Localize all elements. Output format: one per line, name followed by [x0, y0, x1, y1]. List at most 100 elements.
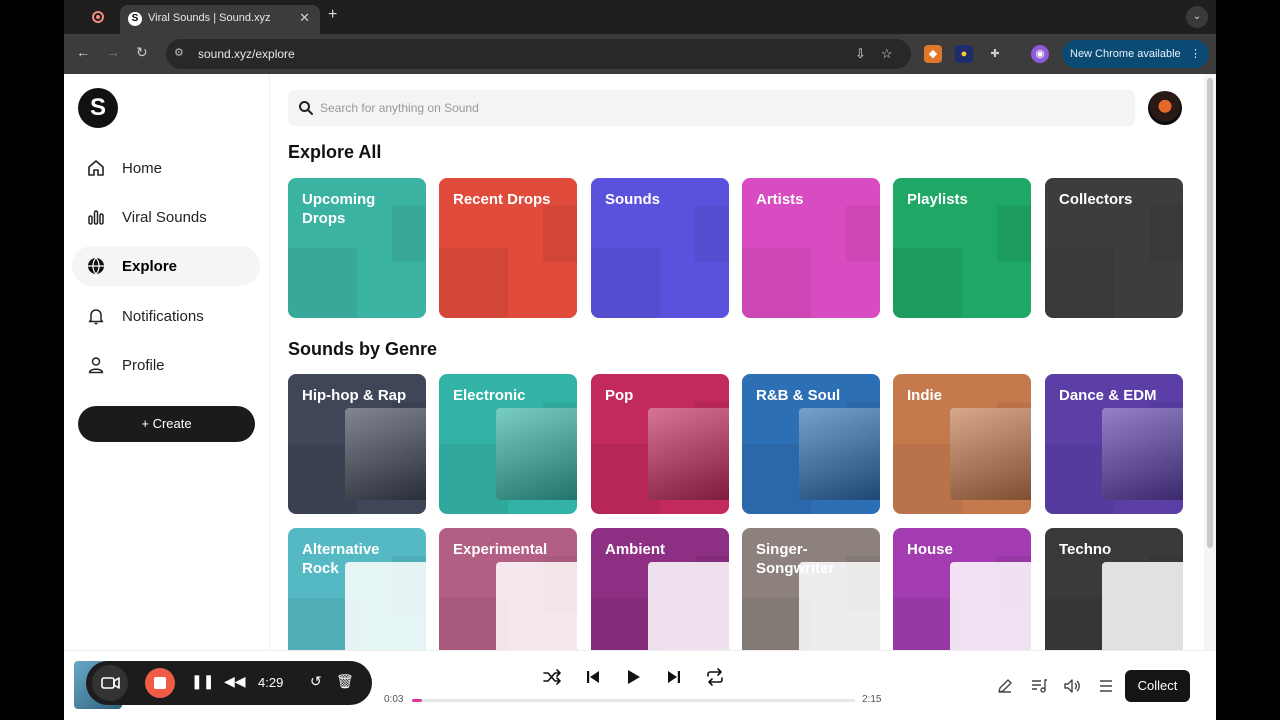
collect-button[interactable]: Collect	[1125, 670, 1190, 702]
queue-music-icon[interactable]	[1030, 677, 1048, 695]
forward-icon[interactable]: →	[106, 44, 120, 60]
screen-recorder-bar: ❚❚ ◀◀ 4:29 ↺ 🗑	[86, 661, 372, 705]
bar-chart-icon	[88, 210, 104, 225]
play-icon[interactable]	[623, 667, 643, 687]
browser-tab[interactable]: S Viral Sounds | Sound.xyz ✕	[120, 5, 320, 34]
camera-toggle-button[interactable]	[92, 665, 128, 701]
explore-tile-sounds[interactable]: Sounds	[591, 178, 729, 318]
site-info-icon[interactable]: ⚙	[174, 46, 188, 60]
new-tab-icon[interactable]: +	[328, 6, 337, 24]
sidebar-item-explore[interactable]: Explore	[72, 246, 260, 286]
genre-tile-ambient[interactable]: Ambient	[591, 528, 729, 650]
address-bar[interactable]: ⚙ sound.xyz/explore ⇩ ☆	[166, 39, 911, 69]
reload-icon[interactable]: ↻	[136, 44, 148, 61]
tile-pattern	[845, 206, 880, 262]
tab-close-icon[interactable]: ✕	[299, 10, 310, 26]
explore-tile-artists[interactable]: Artists	[742, 178, 880, 318]
metamask-extension-icon[interactable]: ◆	[924, 45, 942, 63]
create-button[interactable]: + Create	[78, 406, 255, 442]
genre-artwork	[950, 408, 1031, 500]
extension-icon[interactable]: ●	[955, 45, 973, 63]
update-label: New Chrome available	[1070, 48, 1181, 60]
tile-label: Playlists	[907, 191, 968, 208]
main-content: Search for anything on Sound Explore All…	[270, 74, 1202, 650]
tile-label: R&B & Soul	[756, 387, 841, 404]
genre-tile-singer-songwriter[interactable]: Singer-Songwriter	[742, 528, 880, 650]
user-avatar[interactable]	[1148, 91, 1182, 125]
total-duration: 2:15	[862, 694, 882, 705]
explore-tile-recent-drops[interactable]: Recent Drops	[439, 178, 577, 318]
tile-label: Alternative Rock	[302, 541, 380, 577]
sidebar-item-profile[interactable]: Profile	[72, 345, 260, 385]
tile-label: Techno	[1059, 541, 1112, 558]
edit-icon[interactable]	[996, 677, 1014, 695]
explore-tile-upcoming-drops[interactable]: Upcoming Drops	[288, 178, 426, 318]
pause-recording-icon[interactable]: ❚❚	[191, 673, 214, 690]
search-bar[interactable]: Search for anything on Sound	[288, 90, 1135, 126]
sidebar-item-notifications[interactable]: Notifications	[72, 296, 260, 336]
genre-artwork	[950, 562, 1031, 650]
progress-fill	[412, 699, 422, 702]
genre-tile-randb-and-soul[interactable]: R&B & Soul	[742, 374, 880, 514]
delete-recording-icon[interactable]: 🗑	[336, 673, 354, 690]
tile-label: Experimental	[453, 541, 548, 558]
tile-pattern	[288, 248, 357, 318]
genre-tile-indie[interactable]: Indie	[893, 374, 1031, 514]
video-camera-icon	[101, 677, 120, 689]
tile-label: Electronic	[453, 387, 526, 404]
search-icon	[299, 101, 313, 115]
tab-strip: S Viral Sounds | Sound.xyz ✕ + ⌄	[64, 0, 1216, 34]
bookmark-star-icon[interactable]: ☆	[881, 46, 893, 62]
more-menu-icon[interactable]: ⋮	[1190, 40, 1201, 68]
sidebar-item-label: Explore	[122, 258, 178, 275]
next-track-icon[interactable]	[664, 667, 684, 687]
page-scrollbar[interactable]	[1204, 74, 1216, 650]
genre-tile-dance-and-edm[interactable]: Dance & EDM	[1045, 374, 1183, 514]
sidebar-item-label: Home	[122, 160, 163, 177]
user-icon	[88, 357, 104, 374]
repeat-icon[interactable]	[705, 667, 725, 687]
genre-tile-pop[interactable]: Pop	[591, 374, 729, 514]
recording-indicator-icon	[92, 11, 104, 23]
genre-artwork	[1102, 562, 1183, 650]
genre-tile-alternative-rock[interactable]: Alternative Rock	[288, 528, 426, 650]
genre-tile-techno[interactable]: Techno	[1045, 528, 1183, 650]
sidebar-item-label: Profile	[122, 357, 165, 374]
genre-artwork	[799, 408, 880, 500]
tile-label: Sounds	[605, 191, 660, 208]
genre-tile-experimental[interactable]: Experimental	[439, 528, 577, 650]
genre-artwork	[648, 408, 729, 500]
tile-label: Ambient	[605, 541, 665, 558]
tile-pattern	[996, 206, 1031, 262]
explore-tile-collectors[interactable]: Collectors	[1045, 178, 1183, 318]
rewind-icon[interactable]: ◀◀	[224, 673, 246, 690]
explore-all-title: Explore All	[288, 142, 382, 162]
back-icon[interactable]: ←	[76, 44, 90, 60]
shuffle-icon[interactable]	[542, 667, 562, 687]
sidebar-item-home[interactable]: Home	[72, 148, 260, 188]
stop-recording-button[interactable]	[145, 668, 175, 698]
menu-list-icon[interactable]	[1097, 677, 1115, 695]
genre-tile-electronic[interactable]: Electronic	[439, 374, 577, 514]
progress-slider[interactable]	[412, 699, 855, 702]
explore-tile-playlists[interactable]: Playlists	[893, 178, 1031, 318]
genre-tile-house[interactable]: House	[893, 528, 1031, 650]
search-input[interactable]: Search for anything on Sound	[320, 101, 479, 115]
sidebar-item-viral-sounds[interactable]: Viral Sounds	[72, 197, 260, 237]
previous-track-icon[interactable]	[583, 667, 603, 687]
tab-search-icon[interactable]: ⌄	[1186, 6, 1208, 28]
restart-recording-icon[interactable]: ↺	[310, 673, 322, 690]
genre-tile-hip-hop-and-rap[interactable]: Hip-hop & Rap	[288, 374, 426, 514]
tile-label: Indie	[907, 387, 943, 404]
genre-artwork	[496, 562, 577, 650]
new-chrome-available-button[interactable]: New Chrome available ⋮	[1062, 40, 1209, 68]
recording-timer: 4:29	[258, 675, 284, 690]
scrollbar-thumb[interactable]	[1207, 78, 1213, 548]
genre-artwork	[1102, 408, 1183, 500]
sound-logo[interactable]: S	[78, 88, 118, 128]
tile-pattern	[893, 248, 962, 318]
extensions-puzzle-icon[interactable]: ✚	[986, 45, 1004, 63]
install-app-icon[interactable]: ⇩	[855, 46, 866, 62]
profile-avatar-icon[interactable]: ◉	[1031, 45, 1049, 63]
volume-icon[interactable]	[1063, 677, 1081, 695]
